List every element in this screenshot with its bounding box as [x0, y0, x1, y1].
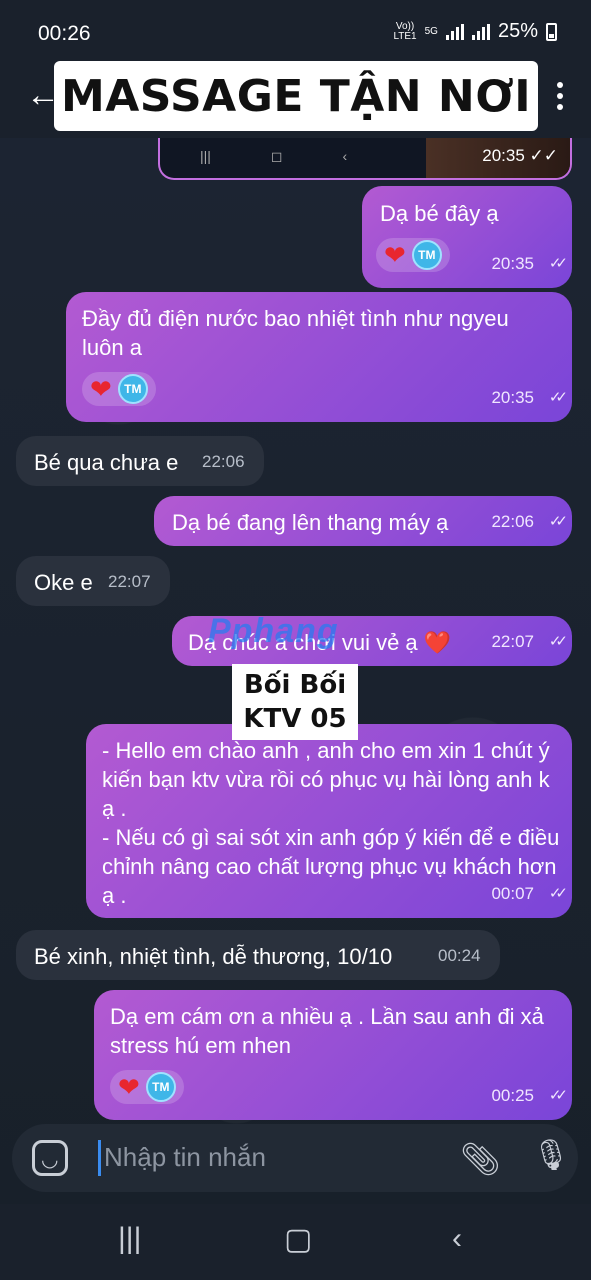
message-bubble[interactable]: - Hello em chào anh , anh cho em xin 1 c…	[86, 724, 572, 918]
message-time: 20:35 ✓✓	[482, 146, 558, 165]
chat-header: ← MASSAGE TẬN NƠI	[0, 61, 591, 138]
message-time: 00:25	[491, 1086, 534, 1105]
message-bubble[interactable]: Đầy đủ điện nước bao nhiệt tình như ngye…	[66, 292, 572, 422]
message-bubble[interactable]: Dạ bé đang lên thang máy ạ 22:06 ✓✓	[154, 496, 572, 546]
home-icon[interactable]: ▢	[284, 1222, 312, 1257]
paperclip-icon[interactable]: 📎︎	[460, 1140, 501, 1178]
message-bubble[interactable]: Bé qua chưa e 22:06	[16, 436, 264, 486]
message-time: 22:07	[491, 632, 534, 651]
emoji-icon[interactable]	[32, 1140, 68, 1176]
avatar: TM	[145, 1072, 176, 1102]
message-text: Bé xinh, nhiệt tình, dễ thương, 10/10	[34, 944, 393, 969]
message-bubble[interactable]: Oke e 22:07	[16, 556, 170, 606]
message-time: 20:35	[491, 388, 534, 407]
heart-reaction-icon: ❤	[90, 374, 112, 404]
heart-reaction-icon: ❤	[118, 1072, 140, 1102]
message-composer: Nhập tin nhắn 📎︎ 🎙︎	[12, 1124, 578, 1192]
battery-percent: 25%	[497, 20, 538, 42]
read-ticks-icon: ✓✓	[548, 1087, 568, 1104]
image-nav-bar: ||| ◻ ‹	[200, 148, 348, 164]
overlay-label: Bối Bối KTV 05	[232, 664, 358, 740]
read-ticks-icon: ✓✓	[548, 513, 568, 530]
volte-indicator: Vo)) LTE1	[393, 20, 417, 42]
message-bubble[interactable]: Dạ bé đây ạ ❤ TM 20:35 ✓✓	[362, 186, 572, 288]
message-time: 22:06	[491, 512, 534, 531]
kebab-menu-icon[interactable]	[557, 82, 563, 110]
message-bubble[interactable]: Dạ em cám ơn a nhiều ạ . Lần sau anh đi …	[94, 990, 572, 1120]
message-time: 22:06	[202, 452, 245, 471]
reactions[interactable]: ❤ TM	[110, 1070, 184, 1104]
message-time: 00:07	[491, 884, 534, 903]
message-time: 20:35	[491, 254, 534, 273]
reactions[interactable]: ❤ TM	[82, 372, 156, 406]
reactions[interactable]: ❤ TM	[376, 238, 450, 272]
signal-icon	[471, 23, 490, 40]
recent-apps-icon[interactable]: |||	[118, 1222, 141, 1256]
battery-icon	[546, 22, 557, 41]
signal-icon	[445, 23, 464, 40]
message-text: Bé qua chưa e	[34, 450, 179, 475]
heart-reaction-icon: ❤	[384, 240, 406, 270]
message-text: Dạ bé đây ạ	[380, 201, 499, 226]
watermark-logo: Pphang	[208, 612, 339, 650]
system-nav-bar: ||| ▢ ‹	[0, 1204, 591, 1280]
message-text: Dạ bé đang lên thang máy ạ	[172, 510, 449, 535]
message-text: Oke e	[34, 570, 93, 595]
message-time: 00:24	[438, 946, 481, 965]
avatar: TM	[411, 240, 442, 270]
text-caret	[98, 1140, 101, 1176]
message-input[interactable]: Nhập tin nhắn	[104, 1142, 266, 1173]
read-ticks-icon: ✓✓	[548, 255, 568, 272]
message-text: Đầy đủ điện nước bao nhiệt tình như ngye…	[82, 306, 509, 360]
read-ticks-icon: ✓✓	[548, 885, 568, 902]
avatar: TM	[117, 374, 148, 404]
read-ticks-icon: ✓✓	[548, 633, 568, 650]
message-time: 22:07	[108, 572, 151, 591]
message-text: Dạ em cám ơn a nhiều ạ . Lần sau anh đi …	[110, 1004, 544, 1058]
status-time: 00:26	[38, 22, 91, 45]
status-bar: 00:26 Vo)) LTE1 5G 25%	[0, 0, 591, 66]
read-ticks-icon: ✓✓	[548, 389, 568, 406]
network-5g-icon: 5G	[424, 25, 438, 37]
message-bubble[interactable]: Bé xinh, nhiệt tình, dễ thương, 10/10 00…	[16, 930, 500, 980]
microphone-icon[interactable]: 🎙︎	[532, 1138, 570, 1173]
back-nav-icon[interactable]: ‹	[452, 1222, 462, 1256]
chat-title: MASSAGE TẬN NƠI	[54, 61, 538, 131]
image-message[interactable]: ||| ◻ ‹ 20:35 ✓✓	[158, 138, 572, 180]
